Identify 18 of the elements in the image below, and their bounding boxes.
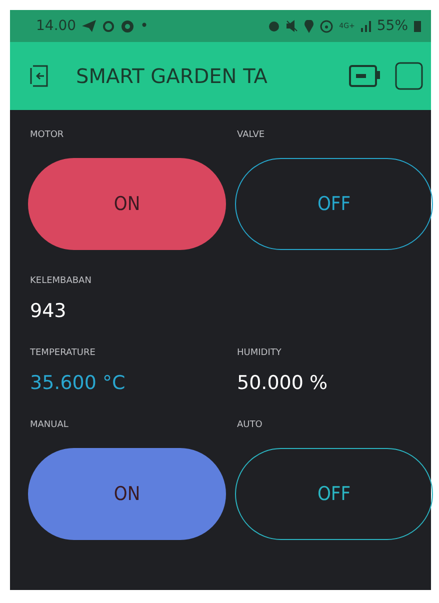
widget-label: VALVE [237,130,265,140]
widget-label: MANUAL [30,420,68,430]
widget-label: AUTO [237,420,262,430]
notification-dot: • [140,18,148,34]
value-display: 35.600 °C [30,372,126,394]
widget-label: HUMIDITY [237,348,282,358]
toggle-button[interactable]: ON [28,448,226,540]
toggle-button[interactable]: OFF [235,448,433,540]
widget-label: TEMPERATURE [30,348,96,358]
widget-label: MOTOR [30,130,64,140]
value-display: 943 [30,300,66,322]
project-title: SMART GARDEN TA [75,64,268,88]
toggle-button[interactable]: OFF [235,158,433,250]
toggle-button[interactable]: ON [28,158,226,250]
clock: 14.00 [36,18,76,34]
value-display: 50.000 % [237,372,328,394]
battery-level: 55% [376,18,408,34]
widget-label: KELEMBABAN [30,276,92,286]
